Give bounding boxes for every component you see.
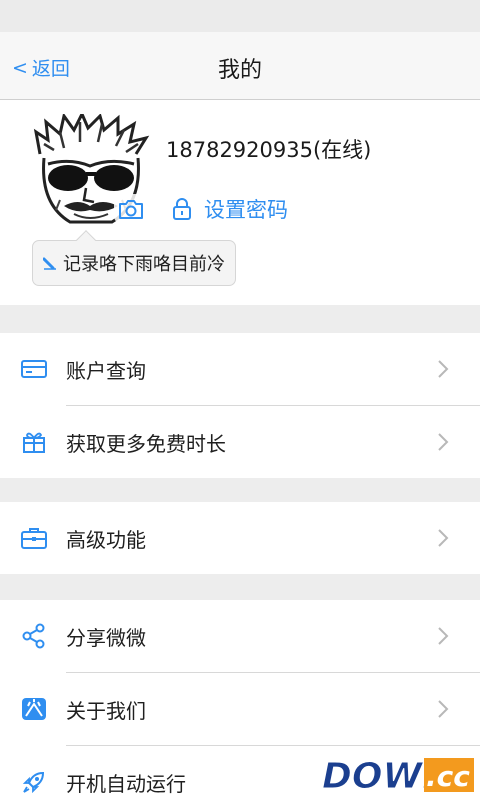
menu-item-label: 获取更多免费时长: [66, 431, 226, 456]
set-password-label: 设置密码: [204, 198, 288, 222]
page-title: 我的: [217, 58, 262, 83]
signature-text: 记录咯下雨咯目前冷: [63, 254, 225, 275]
profile-section: 18782920935(在线) 设置密码 记录咯下雨咯目前冷: [0, 100, 480, 305]
briefcase-icon: [20, 524, 48, 552]
menu-group-advanced: 高级功能: [0, 502, 480, 574]
menu-item-advanced-features[interactable]: 高级功能: [0, 502, 480, 574]
chevron-right-icon: [438, 627, 449, 645]
menu-group-account: 账户查询 获取更多免费时长: [0, 333, 480, 478]
navigation-bar: < 返回 我的: [0, 32, 480, 100]
signature-bubble[interactable]: 记录咯下雨咯目前冷: [32, 230, 236, 286]
menu-item-label: 开机自动运行: [66, 771, 186, 796]
menu-item-label: 关于我们: [66, 698, 146, 723]
svg-text:.cc: .cc: [426, 760, 470, 793]
down-cc-watermark: DOWN .cc: [320, 752, 474, 798]
camera-icon[interactable]: [114, 194, 148, 224]
status-bar: [0, 0, 480, 32]
chevron-right-icon: [438, 360, 449, 378]
menu-item-about-us[interactable]: 关于我们: [0, 673, 480, 745]
lock-icon: [172, 197, 192, 221]
menu-item-share[interactable]: 分享微微: [0, 600, 480, 672]
rocket-icon: [20, 768, 48, 796]
menu-item-label: 分享微微: [66, 625, 146, 650]
set-password-button[interactable]: 设置密码: [172, 194, 288, 224]
chevron-right-icon: [438, 700, 449, 718]
about-icon: [20, 695, 48, 723]
menu-item-label: 高级功能: [66, 527, 146, 552]
gift-icon: [20, 428, 48, 456]
menu-item-account-query[interactable]: 账户查询: [0, 333, 480, 405]
menu-item-more-free-time[interactable]: 获取更多免费时长: [0, 406, 480, 478]
card-icon: [20, 355, 48, 383]
pencil-icon: [43, 256, 57, 270]
bubble-tip: [76, 230, 96, 250]
share-icon: [20, 622, 48, 650]
chevron-right-icon: [438, 433, 449, 451]
menu-item-label: 账户查询: [66, 358, 146, 383]
account-phone-status: 18782920935(在线): [166, 138, 372, 162]
chevron-right-icon: [438, 529, 449, 547]
